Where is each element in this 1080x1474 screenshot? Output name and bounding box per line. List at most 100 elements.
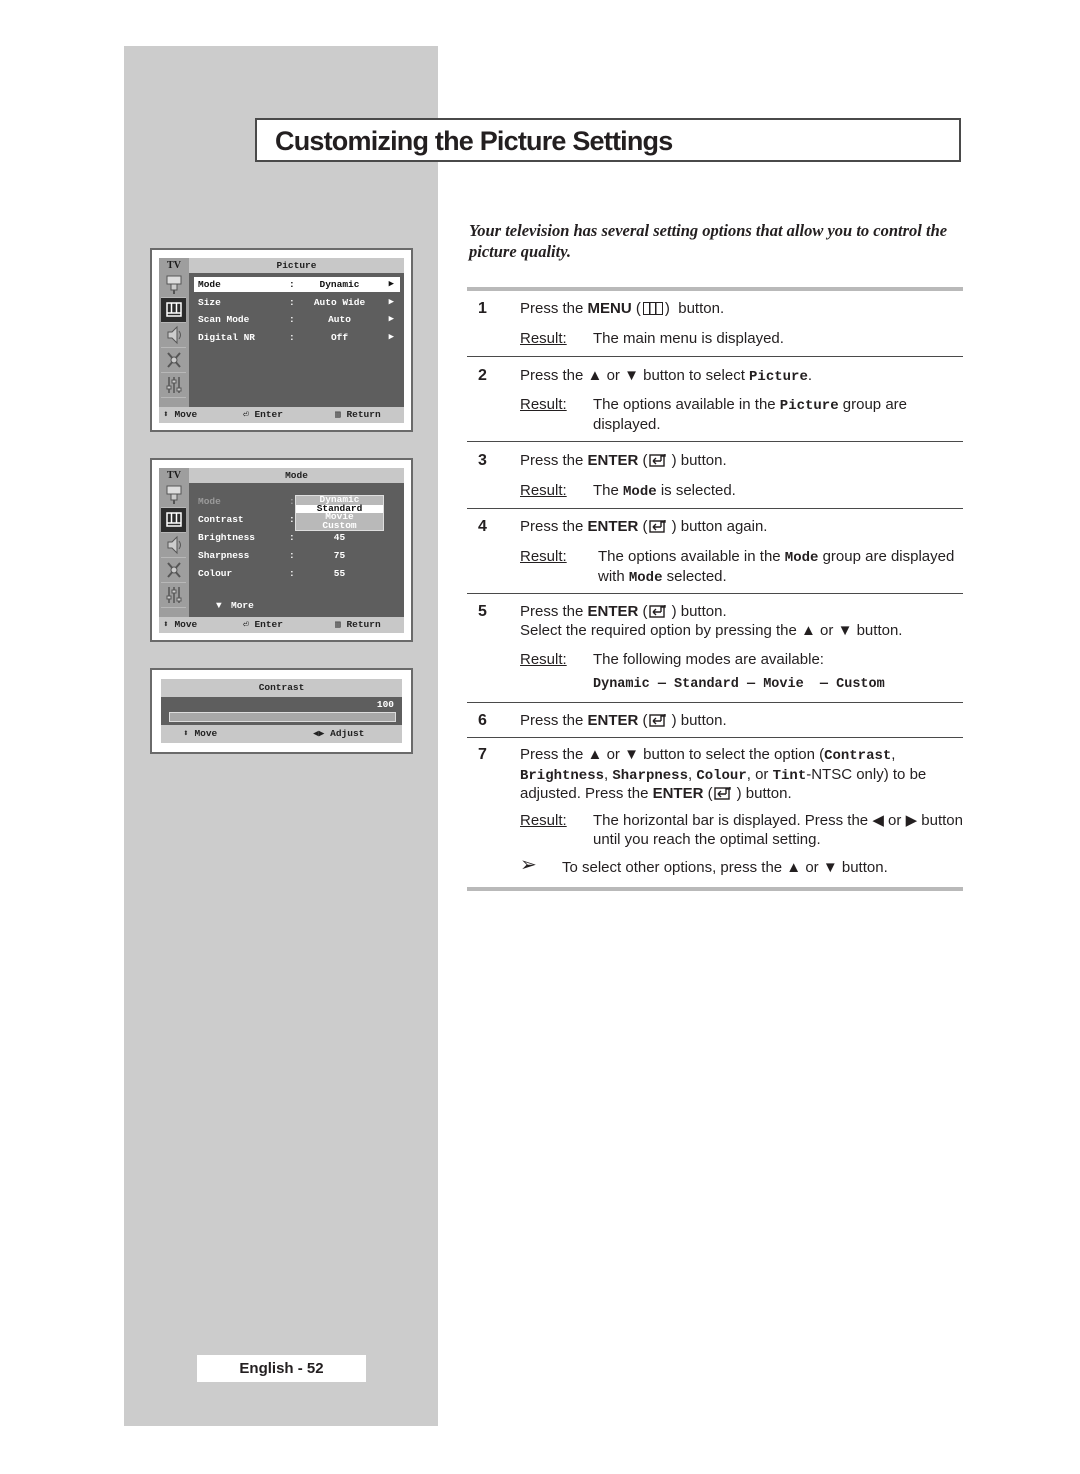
tv-screen-picture-menu: TV Picture Mode: Dynamic ▶ Size: Auto Wide ▶… <box>150 248 413 432</box>
row-colon: : <box>289 514 295 525</box>
menu-sidebar <box>159 483 189 617</box>
row-colon: : <box>289 550 295 561</box>
picture-icon[interactable] <box>161 508 186 533</box>
enter-button-icon <box>648 605 666 618</box>
down-arrow-icon: ▼ <box>624 367 639 384</box>
step-5: 5 Press the ENTER () button. Select the r… <box>467 603 963 701</box>
setup-icon[interactable] <box>161 583 186 608</box>
enter-hint: ⏎ Enter <box>243 409 283 420</box>
title-box: Customizing the Picture Settings <box>255 118 961 162</box>
row-label: Brightness <box>198 532 256 543</box>
row-value: 55 <box>333 568 346 579</box>
menu-row-colour[interactable]: Colour: 55 <box>194 566 400 581</box>
right-arrow-icon: ▶ <box>905 812 918 829</box>
menu-more[interactable]: ▼ More <box>194 598 400 613</box>
step-3: 3 Press the ENTER () button. Result: The … <box>467 452 963 507</box>
menu-row-sharpness[interactable]: Sharpness: 75 <box>194 548 400 563</box>
move-hint: ⬍ Move <box>183 728 218 739</box>
down-arrow-icon: ▼ <box>624 746 639 763</box>
enter-button-icon <box>648 454 666 467</box>
section-rule-bottom <box>467 887 963 891</box>
channel-icon[interactable] <box>161 558 186 583</box>
return-hint: ▥ Return <box>335 619 381 630</box>
sound-icon[interactable] <box>161 323 186 348</box>
step-1: 1 Press the MENU () button. Result: The m… <box>467 300 963 355</box>
row-label: Digital NR <box>198 332 256 343</box>
menu-icon: ▥ <box>335 409 341 420</box>
row-colon: : <box>289 314 295 325</box>
divider <box>467 702 963 703</box>
step-number: 6 <box>478 712 487 729</box>
menu-row-size[interactable]: Size: Auto Wide ▶ <box>194 295 400 310</box>
tv-label: TV <box>159 468 189 483</box>
step-number: 5 <box>478 603 487 620</box>
row-label: Mode <box>198 496 221 507</box>
intro-text: Your television has several setting opti… <box>469 221 948 261</box>
down-arrow-icon: ▼ <box>822 859 838 876</box>
step-number: 4 <box>478 518 487 535</box>
row-value: Off <box>330 332 349 343</box>
enter-button-icon <box>648 714 666 727</box>
contrast-slider-fill <box>170 713 395 721</box>
step-number: 1 <box>478 300 487 317</box>
menu-sidebar <box>159 273 189 407</box>
menu-row-scan-mode[interactable]: Scan Mode: Auto ▶ <box>194 312 400 327</box>
step-instruction: Press the MENU () button. <box>520 300 725 317</box>
contrast-slider[interactable] <box>169 712 396 722</box>
divider <box>467 593 963 594</box>
input-icon[interactable] <box>161 483 186 508</box>
row-label: Colour <box>198 568 233 579</box>
row-value: 45 <box>333 532 346 543</box>
arrow-right-icon: ▶ <box>388 279 394 289</box>
step-instruction: Press the ENTER () button again. <box>520 518 768 535</box>
tv-screen-contrast-bar: Contrast 100 ⬍ Move ◀▶ Adjust <box>150 668 413 754</box>
row-label: Sharpness <box>198 550 250 561</box>
mode-option-custom[interactable]: Custom <box>296 521 383 531</box>
row-value: Auto <box>328 314 351 325</box>
input-icon[interactable] <box>161 273 186 298</box>
divider <box>467 356 963 357</box>
divider <box>467 737 963 738</box>
menu-row-brightness[interactable]: Brightness: 45 <box>194 530 400 545</box>
menu-row-mode[interactable]: Mode: Dynamic ▶ <box>194 277 400 292</box>
step-instruction: Press the ▲ or ▼ button to select Pictur… <box>520 367 813 385</box>
row-colon: : <box>289 297 295 308</box>
row-colon: : <box>289 568 295 579</box>
step-number: 7 <box>478 746 487 763</box>
move-hint: ⬍ Move <box>163 619 198 630</box>
step-number: 2 <box>478 367 487 384</box>
page-number: English - 52 <box>197 1355 366 1382</box>
menu-footer: ⬍ Move ⏎ Enter ▥ Return <box>159 407 404 423</box>
more-label: More <box>231 600 254 611</box>
picture-icon[interactable] <box>161 298 186 323</box>
row-value: Dynamic <box>319 279 360 290</box>
menu-row-digital-nr[interactable]: Digital NR: Off ▶ <box>194 330 400 345</box>
mode-dropdown[interactable]: Dynamic Standard Movie Custom <box>295 495 384 531</box>
row-colon: : <box>289 332 295 343</box>
arrow-right-icon: ▶ <box>388 332 394 342</box>
contrast-value: 100 <box>376 699 394 710</box>
row-label: Contrast <box>198 514 244 525</box>
row-colon: : <box>289 496 295 507</box>
row-label: Mode <box>198 279 221 290</box>
step-number: 3 <box>478 452 487 469</box>
channel-icon[interactable] <box>161 348 186 373</box>
note-arrow-icon: ➢ <box>520 854 537 876</box>
setup-icon[interactable] <box>161 373 186 398</box>
menu-icon: ▥ <box>335 619 341 630</box>
left-arrow-icon: ◀ <box>872 812 884 829</box>
tv-label: TV <box>159 258 189 273</box>
up-down-icon: ⬍ <box>163 409 169 420</box>
left-right-icon: ◀▶ <box>313 728 325 739</box>
step-instruction: Press the ENTER () button. <box>520 452 727 469</box>
down-arrow-icon: ▼ <box>837 621 853 639</box>
enter-icon: ⏎ <box>243 619 249 630</box>
sound-icon[interactable] <box>161 533 186 558</box>
menu-button-icon <box>642 302 663 315</box>
row-value: 75 <box>333 550 346 561</box>
page-title: Customizing the Picture Settings <box>275 126 673 156</box>
divider <box>467 508 963 509</box>
up-arrow-icon: ▲ <box>801 621 816 639</box>
enter-hint: ⏎ Enter <box>243 619 283 630</box>
row-colon: : <box>289 532 295 543</box>
